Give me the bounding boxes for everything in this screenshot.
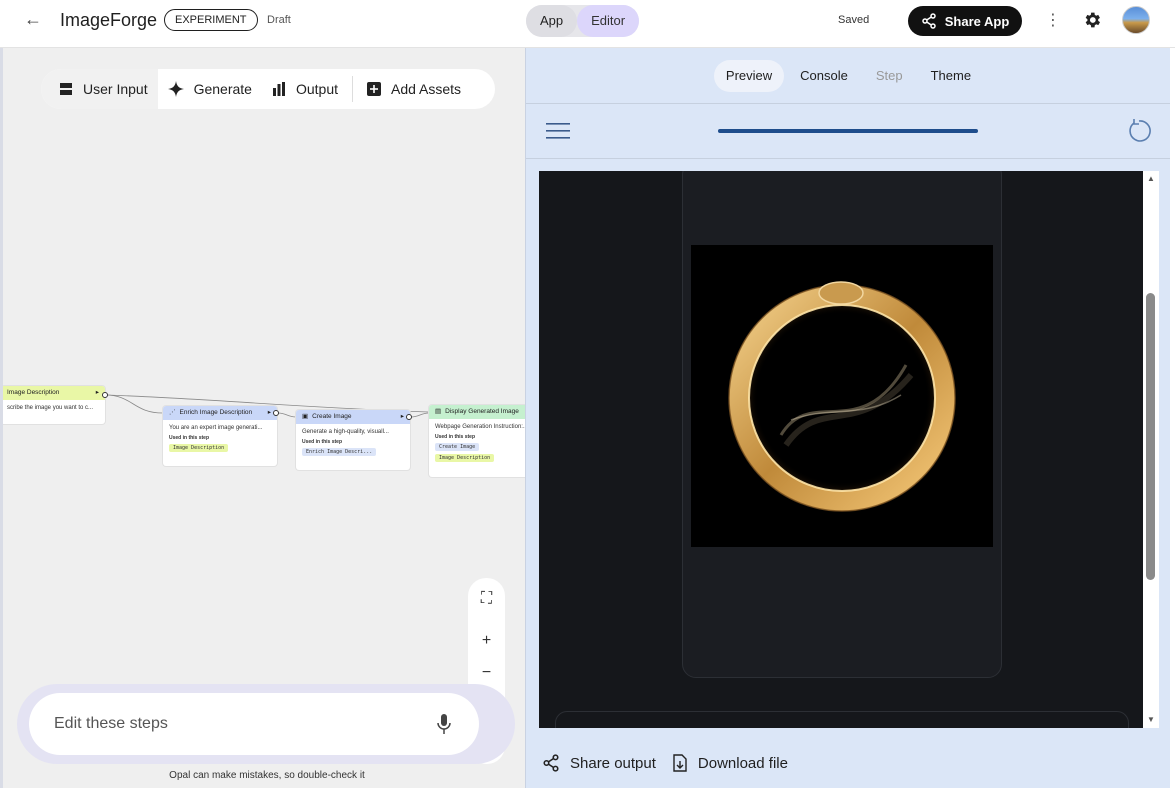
scrollbar-thumb[interactable] [1146,293,1155,580]
node-enrich-header: ⋰ Enrich Image Description ▸ [163,406,277,420]
edit-steps-input[interactable] [54,709,384,739]
download-file-label: Download file [697,754,788,772]
node-enrich-body: You are an expert image generati... Used… [163,420,277,457]
share-output-label: Share output [570,754,656,772]
node-enrich-chip: Image Description [169,443,229,452]
tab-theme[interactable]: Theme [919,60,983,92]
back-arrow-icon[interactable]: ← [22,8,44,30]
settings-gear-icon[interactable] [1082,10,1102,30]
node-create-body: Generate a high-quality, visuall... Used… [296,424,410,461]
expand-arrow-icon[interactable]: ▸ [401,410,404,424]
tab-step[interactable]: Step [864,60,915,92]
download-file-icon [673,754,687,772]
node-enrich-image-description[interactable]: ⋰ Enrich Image Description ▸ You are an … [163,406,277,466]
web-page-icon: ▤ [435,408,442,415]
node-create-used-label: Used in this step [302,438,343,445]
disclaimer-text: Opal can make mistakes, so double-check … [169,770,365,781]
scroll-up-icon[interactable]: ▲ [1146,174,1156,183]
experiment-badge: EXPERIMENT [164,9,258,31]
node-enrich-used-label: Used in this step [169,434,210,441]
node-display-title: Display Generated Image [445,408,519,415]
tab-console[interactable]: Console [788,60,860,92]
user-avatar[interactable] [1122,6,1150,34]
share-app-label: Share App [944,13,1010,29]
node-port[interactable] [406,414,412,420]
preview-footer: Share output Download file [526,738,1171,788]
preview-stage [539,171,1143,728]
run-progress-bar [718,129,978,133]
share-app-button[interactable]: Share App [908,6,1022,36]
node-image-description-header: Image Description ▸ [3,386,105,400]
edit-steps-panel [17,684,515,764]
app-title: ImageForge [60,10,158,30]
scroll-down-icon[interactable]: ▼ [1146,715,1156,724]
node-enrich-title: Enrich Image Description [179,409,253,416]
mode-editor-button[interactable]: Editor [577,5,640,37]
zoom-in-icon[interactable]: + [482,632,491,650]
node-image-description[interactable]: Image Description ▸ scribe the image you… [3,386,105,424]
edit-steps-container [29,693,479,755]
node-display-chip-1: Create Image [435,442,480,451]
node-port[interactable] [273,410,279,416]
node-display-chip-2: Image Description [435,454,495,463]
preview-scrollbar[interactable]: ▲ ▼ [1143,171,1159,728]
node-display-body: Webpage Generation Instruction:... Used … [429,419,525,468]
magic-pen-icon: ⋰ [169,409,176,416]
node-image-description-body: scribe the image you want to c... [7,405,94,411]
share-output-button[interactable]: Share output [542,754,656,772]
download-file-button[interactable]: Download file [672,754,788,772]
expand-arrow-icon[interactable]: ▸ [96,386,99,400]
refresh-icon[interactable] [1126,118,1152,144]
node-port[interactable] [102,392,108,398]
more-menu-icon[interactable]: ⋮ [1045,10,1061,32]
node-create-title: Create Image [312,413,352,420]
generated-image [691,245,993,547]
tab-preview[interactable]: Preview [713,59,785,92]
fit-view-icon[interactable]: ⛶ [481,590,492,608]
save-status: Saved [838,14,870,26]
node-display-header: ▤ Display Generated Image [429,405,525,419]
node-create-chip: Enrich Image Descri... [302,447,377,456]
node-create-prompt: Generate a high-quality, visuall... [302,429,389,435]
mode-app-button[interactable]: App [526,5,578,37]
microphone-icon[interactable] [436,713,452,735]
app-preview-footer-frame [555,711,1129,728]
preview-toolbar [526,104,1171,159]
node-image-description-title: Image Description [7,389,60,396]
flow-canvas[interactable]: User Input Generate Output Add Assets Im… [0,48,525,788]
node-display-prompt: Webpage Generation Instruction:... [435,424,525,430]
preview-tabs: Preview Console Step Theme [526,48,1171,104]
share-icon [543,754,559,772]
node-display-used-label: Used in this step [435,433,476,440]
window-edge [1170,48,1175,788]
node-create-image[interactable]: ▣ Create Image ▸ Generate a high-quality… [296,410,410,470]
zoom-out-icon[interactable]: − [482,664,491,682]
hamburger-menu-icon[interactable] [546,122,570,140]
share-icon [921,13,936,29]
draft-status: Draft [267,14,291,26]
expand-arrow-icon[interactable]: ▸ [268,406,271,420]
node-enrich-prompt: You are an expert image generati... [169,425,263,431]
preview-panel: Preview Console Step Theme ▲ ▼ Share out… [525,48,1171,788]
top-bar: ← ImageForge EXPERIMENT Draft App Editor… [0,0,1175,48]
image-icon: ▣ [302,413,309,420]
node-create-header: ▣ Create Image ▸ [296,410,410,424]
mode-toggle: App Editor [526,5,640,37]
node-display-generated-image[interactable]: ▤ Display Generated Image Webpage Genera… [429,405,525,477]
